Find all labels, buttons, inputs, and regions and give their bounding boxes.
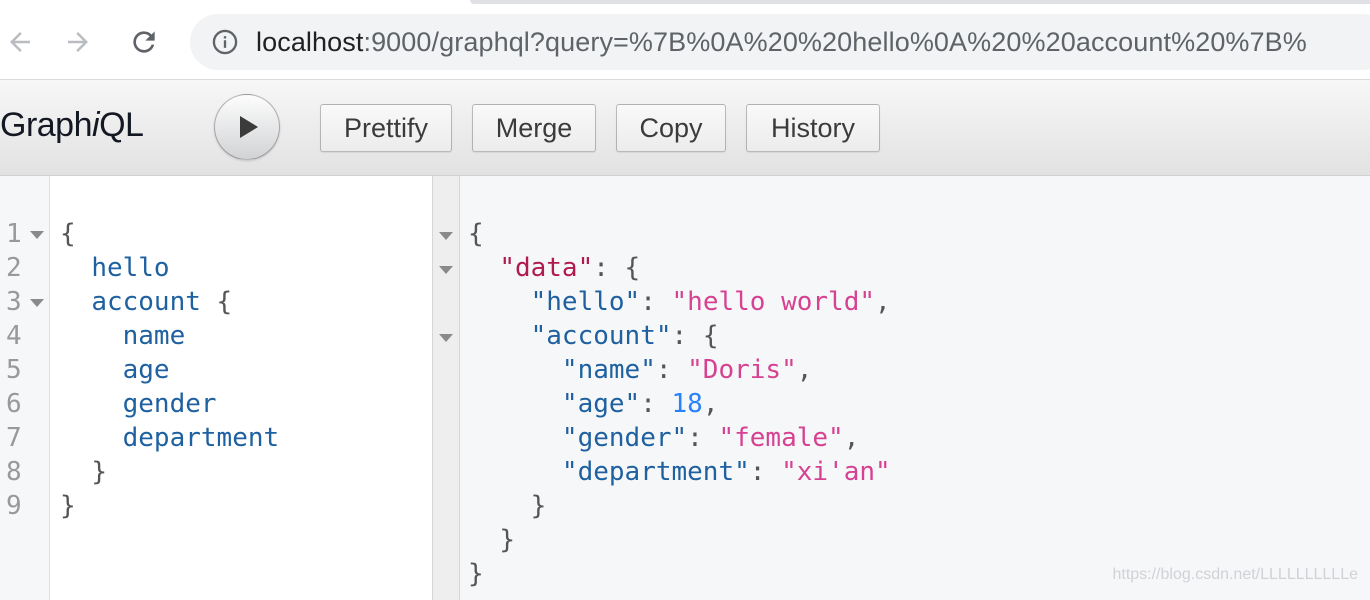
prettify-button[interactable]: Prettify xyxy=(320,104,452,152)
result-line: "age": 18, xyxy=(561,389,719,419)
watermark: https://blog.csdn.net/LLLLLLLLLLe xyxy=(1112,566,1358,583)
tab-strip xyxy=(470,0,1370,4)
editor-divider[interactable] xyxy=(432,176,460,600)
query-field: age xyxy=(122,355,170,385)
result-line: "name": "Doris", xyxy=(561,355,813,385)
fold-arrow-icon[interactable] xyxy=(30,231,44,239)
query-line[interactable]: gender xyxy=(60,387,217,421)
url-text[interactable]: localhost:9000/graphql?query=%7B%0A%20%2… xyxy=(256,27,1307,58)
query-editor[interactable]: 1{2 hello 3 account {4 name 5 age 6 gender 7… xyxy=(0,176,432,600)
title-suffix: QL xyxy=(99,106,144,144)
query-line[interactable]: } xyxy=(60,489,76,523)
query-line[interactable]: age xyxy=(60,353,170,387)
line-number: 9 xyxy=(6,491,22,521)
query-line[interactable]: hello xyxy=(60,251,170,285)
query-field: account xyxy=(91,287,201,317)
close-brace: } xyxy=(60,491,76,521)
query-line[interactable]: name xyxy=(60,319,186,353)
line-number: 3 xyxy=(6,287,22,317)
url-path: :9000/graphql?query=%7B%0A%20%20hello%0A… xyxy=(363,26,1307,57)
result-line: } xyxy=(468,559,484,589)
history-button[interactable]: History xyxy=(746,104,880,152)
forward-button[interactable] xyxy=(58,22,98,62)
title-prefix: Graph xyxy=(0,106,93,144)
line-number: 8 xyxy=(6,457,22,487)
back-button[interactable] xyxy=(0,22,40,62)
fold-arrow-icon[interactable] xyxy=(439,232,453,240)
line-number: 1 xyxy=(6,219,22,249)
url-host: localhost xyxy=(256,26,364,57)
fold-arrow-icon[interactable] xyxy=(439,334,453,342)
query-line[interactable]: account { xyxy=(60,285,232,319)
fold-arrow-icon[interactable] xyxy=(439,266,453,274)
result-line: "hello": "hello world", xyxy=(530,287,891,317)
merge-button[interactable]: Merge xyxy=(472,104,596,152)
line-number: 4 xyxy=(6,321,22,351)
result-line: "department": "xi'an" xyxy=(561,457,891,487)
line-number: 6 xyxy=(6,389,22,419)
query-line[interactable]: department xyxy=(60,421,280,455)
result-line: "data": { xyxy=(499,253,641,283)
line-number: 7 xyxy=(6,423,22,453)
result-line: "gender": "female", xyxy=(561,423,860,453)
execute-query-button[interactable] xyxy=(214,94,280,160)
query-line[interactable]: { xyxy=(60,217,76,251)
play-icon xyxy=(240,116,258,138)
result-line: "account": { xyxy=(530,321,719,351)
query-field: name xyxy=(122,321,186,351)
query-field: gender xyxy=(122,389,217,419)
reload-button[interactable] xyxy=(124,22,164,62)
reload-icon xyxy=(133,31,155,53)
result-viewer: { "data": { "hello": "hello world", "acc… xyxy=(460,176,1370,600)
fold-arrow-icon[interactable] xyxy=(30,299,44,307)
result-line: { xyxy=(468,219,484,249)
result-line: } xyxy=(499,525,515,555)
line-number: 2 xyxy=(6,253,22,283)
query-field: hello xyxy=(91,253,170,283)
title-italic: i xyxy=(92,106,100,144)
arrow-left-icon xyxy=(10,32,30,52)
open-brace: { xyxy=(60,219,76,249)
query-field: department xyxy=(122,423,280,453)
copy-button[interactable]: Copy xyxy=(616,104,726,152)
graphiql-title: GraphiQL xyxy=(0,106,144,145)
close-brace: } xyxy=(91,457,107,487)
result-line: } xyxy=(530,491,547,521)
browser-bar: localhost:9000/graphql?query=%7B%0A%20%2… xyxy=(0,0,1370,80)
address-bar[interactable]: localhost:9000/graphql?query=%7B%0A%20%2… xyxy=(190,14,1370,70)
graphiql-toolbar: GraphiQL Prettify Merge Copy History xyxy=(0,80,1370,176)
info-icon[interactable] xyxy=(210,27,240,57)
line-number: 5 xyxy=(6,355,22,385)
open-brace: { xyxy=(200,287,233,317)
screen: localhost:9000/graphql?query=%7B%0A%20%2… xyxy=(0,0,1370,600)
arrow-right-icon xyxy=(68,32,88,52)
query-line[interactable]: } xyxy=(60,455,107,489)
